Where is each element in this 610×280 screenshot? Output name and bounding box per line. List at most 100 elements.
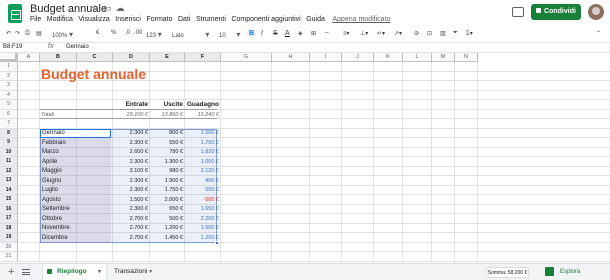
total-guadagno[interactable]: 15.240 € <box>159 112 219 118</box>
percent-format-button[interactable]: % <box>111 30 116 36</box>
collapse-toolbar-icon[interactable]: ⌃ <box>596 30 601 37</box>
horizontal-align-icon[interactable]: ≡▾ <box>343 30 350 37</box>
row-header[interactable]: 2 <box>0 71 18 81</box>
fill-color-icon[interactable]: ◈ <box>298 30 303 37</box>
bold-button[interactable]: B <box>247 30 257 37</box>
menu-item[interactable]: Visualizza <box>78 16 109 23</box>
row-header[interactable]: 14 <box>0 185 18 195</box>
month-cell[interactable]: Luglio <box>42 187 58 193</box>
font-select[interactable]: Lato ▾ <box>172 30 209 39</box>
month-cell[interactable]: Aprile <box>42 159 57 165</box>
row-header[interactable]: 20 <box>0 242 18 252</box>
italic-button[interactable]: I <box>261 30 263 37</box>
gain-cell[interactable]: 400 € <box>159 178 219 184</box>
column-header-c[interactable]: C <box>77 53 113 62</box>
row-header[interactable]: 10 <box>0 147 18 157</box>
tab-riepilogo[interactable]: Riepilogo ▾ <box>43 264 106 280</box>
row-header[interactable]: 1 <box>0 62 18 72</box>
redo-icon[interactable]: ↷ <box>15 30 20 37</box>
menu-item[interactable]: Inserisci <box>115 16 141 23</box>
row-header[interactable]: 6 <box>0 109 18 119</box>
gain-cell[interactable]: 2.120 € <box>159 168 219 174</box>
move-folder-icon[interactable]: ▭ <box>103 3 116 13</box>
insert-link-icon[interactable]: ⊘ <box>414 30 419 37</box>
zoom-select[interactable]: 100% ▾ <box>52 30 73 39</box>
menu-item[interactable]: File <box>30 16 41 23</box>
menu-item[interactable]: Guida <box>306 16 325 23</box>
gain-cell[interactable]: 1.750 € <box>159 140 219 146</box>
sheets-logo-icon[interactable] <box>8 4 22 23</box>
menu-item[interactable]: Strumenti <box>196 16 226 23</box>
star-icon[interactable]: ☆ <box>91 3 103 13</box>
increase-decimal-button[interactable]: .00 <box>134 30 142 36</box>
column-header-k[interactable]: K <box>374 53 403 62</box>
month-cell[interactable]: Febbraio <box>42 140 66 146</box>
row-header[interactable]: 17 <box>0 214 18 224</box>
gain-cell[interactable]: 1.250 € <box>159 235 219 241</box>
column-header-e[interactable]: E <box>150 53 185 62</box>
column-header-n[interactable]: N <box>455 53 478 62</box>
month-cell[interactable]: Gennaio <box>42 130 65 136</box>
column-header-m[interactable]: M <box>432 53 455 62</box>
column-header-b[interactable]: B <box>40 53 77 62</box>
month-cell[interactable]: Novembre <box>42 225 70 231</box>
row-header[interactable]: 15 <box>0 195 18 205</box>
row-header[interactable]: 7 <box>0 119 18 129</box>
gain-cell[interactable]: 1.000 € <box>159 159 219 165</box>
merge-cells-icon[interactable]: ⇔ <box>324 30 330 36</box>
insert-comment-icon[interactable]: ⊡ <box>427 30 432 37</box>
menu-item[interactable]: Modifica <box>47 16 73 23</box>
text-color-button[interactable]: A <box>285 30 290 37</box>
currency-format-button[interactable]: € <box>96 30 99 36</box>
row-header[interactable]: 8 <box>0 128 18 138</box>
text-wrap-icon[interactable]: ↵▾ <box>377 30 385 37</box>
gain-cell[interactable]: 1.500 € <box>159 225 219 231</box>
month-cell[interactable]: Maggio <box>42 168 62 174</box>
gain-cell[interactable]: -500 € <box>159 197 219 203</box>
row-header[interactable]: 21 <box>0 252 18 262</box>
decrease-decimal-button[interactable]: .0 <box>125 30 130 36</box>
vertical-align-icon[interactable]: ⊥▾ <box>360 30 368 37</box>
menu-item[interactable]: Formato <box>146 16 172 23</box>
column-header-a[interactable]: A <box>18 53 40 62</box>
filter-icon[interactable]: ⏷ <box>453 30 458 37</box>
fill-handle[interactable] <box>215 240 219 245</box>
borders-icon[interactable]: ⊞ <box>311 30 316 37</box>
row-header[interactable]: 16 <box>0 204 18 214</box>
font-size-select[interactable]: 10 ▾ <box>219 30 240 39</box>
menu-item[interactable]: Componenti aggiuntivi <box>231 16 300 23</box>
chevron-down-icon[interactable]: ▾ <box>98 264 101 280</box>
month-cell[interactable]: Dicembre <box>42 235 68 241</box>
row-header[interactable]: 13 <box>0 176 18 186</box>
more-formats-button[interactable]: 123 ▾ <box>146 30 162 39</box>
column-header-j[interactable]: J <box>342 53 374 62</box>
totals-label[interactable]: Totali <box>41 112 54 118</box>
select-all-corner[interactable] <box>0 53 18 62</box>
functions-icon[interactable]: Σ▾ <box>466 30 473 37</box>
text-rotation-icon[interactable]: ↗▾ <box>394 30 402 37</box>
tab-transazioni[interactable]: Transazioni ▾ <box>114 264 152 280</box>
print-icon[interactable]: ⎙ <box>25 30 30 37</box>
menu-item[interactable]: Dati <box>178 16 190 23</box>
formula-input[interactable]: Gennaio <box>66 44 89 50</box>
all-sheets-icon[interactable] <box>22 269 30 275</box>
header-guadagno[interactable]: Guadagno <box>159 101 219 108</box>
sheet-grid[interactable]: A B C D E F G H I J K L M N 1 2 3 4 5 6 7 8 9 10 11 12 13 14 15 16 17 1… <box>0 53 610 263</box>
row-header[interactable]: 11 <box>0 157 18 167</box>
column-header-d[interactable]: D <box>113 53 150 62</box>
month-cell[interactable]: Giugno <box>42 178 61 184</box>
row-header[interactable]: 5 <box>0 100 18 110</box>
gain-cell[interactable]: 1.500 € <box>159 130 219 136</box>
row-header[interactable]: 4 <box>0 90 18 100</box>
sheet-title-cell[interactable]: Budget annuale <box>41 66 146 82</box>
name-box[interactable]: B8:F19 <box>3 44 22 50</box>
month-cell[interactable]: Ottobre <box>42 216 62 222</box>
gain-cell[interactable]: 1.650 € <box>159 206 219 212</box>
month-cell[interactable]: Agosto <box>42 197 61 203</box>
explore-button[interactable]: Esplora <box>545 266 605 279</box>
row-header[interactable]: 3 <box>0 81 18 91</box>
share-button[interactable]: Condividi <box>531 4 581 20</box>
last-edit-link[interactable]: Appena modificato <box>332 16 390 23</box>
row-header[interactable]: 12 <box>0 166 18 176</box>
sum-indicator[interactable]: Somma: 58.200 € <box>486 267 529 278</box>
